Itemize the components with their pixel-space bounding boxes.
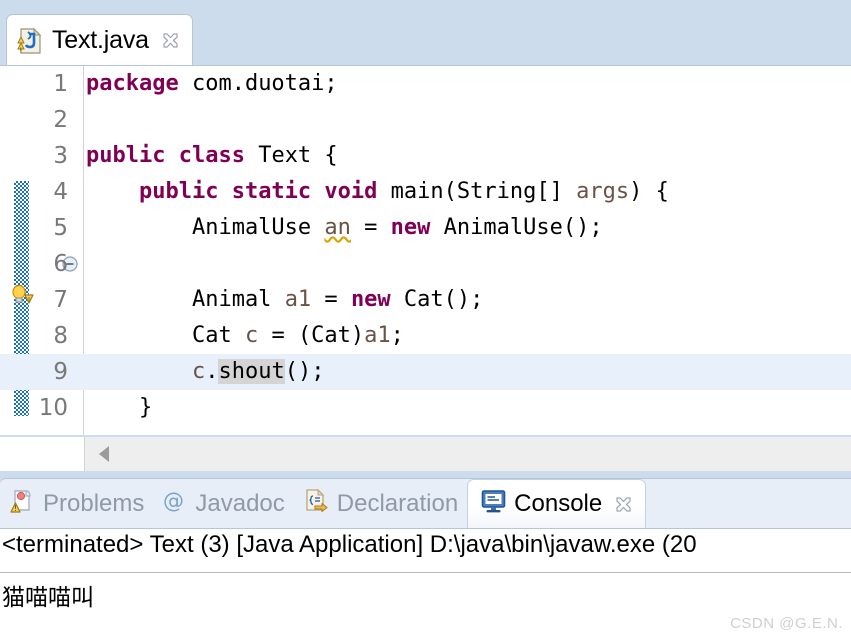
code-editor[interactable]: ! 1 package com.duotai; 2 3 public class Tex… [0,65,851,435]
line-number: 1 [53,71,68,97]
code-line[interactable]: 7 Animal a1 = new Cat(); [0,282,851,318]
watermark: CSDN @G.E.N. [730,615,843,632]
tab-javadoc-label: Javadoc [195,489,285,517]
code-token: args [576,179,630,204]
line-source: public static void main(String[] args) { [86,174,669,210]
code-token: Cat [86,323,245,348]
java-file-icon: ! [17,27,43,55]
code-line[interactable]: 5 AnimalUse an = new AnimalUse(); [0,210,851,246]
tab-problems[interactable]: ! Problems [0,480,153,528]
code-lines[interactable]: 1 package com.duotai; 2 3 public class Text … [0,66,851,435]
code-token: public static void [138,179,378,204]
svg-text:!: ! [19,46,22,54]
tab-javadoc[interactable]: @ Javadoc [153,480,293,528]
code-token: = [350,215,391,240]
code-line[interactable]: 2 [0,102,851,138]
editor-horizontal-scrollbar[interactable] [85,437,851,471]
code-token: ) { [629,179,669,204]
code-token: } [86,395,153,420]
tab-console[interactable]: Console [467,478,647,529]
code-line[interactable]: 4 public static void main(String[] args)… [0,174,851,210]
line-number: 10 [38,395,68,421]
line-source: Animal a1 = new Cat(); [86,282,483,318]
line-number: 9 [53,359,68,385]
code-token: = (Cat) [258,323,365,348]
close-icon[interactable] [614,495,633,514]
code-token: new [390,215,431,240]
code-token: c [244,323,259,348]
code-token: a1 [364,323,391,348]
scroll-left-arrow-icon[interactable] [99,446,109,462]
code-token: Text { [244,143,338,168]
line-source: AnimalUse an = new AnimalUse(); [86,210,603,246]
problems-icon: ! [9,487,36,520]
eclipse-ide-window: ! Text.java ! 1 package com.duotai; 2 3 … [0,0,851,640]
tab-problems-label: Problems [43,489,145,517]
svg-text:!: ! [14,504,17,513]
code-token: = [311,287,351,312]
line-source: Cat c = (Cat)a1; [86,318,404,354]
console-view-panel: ! Problems @ Javadoc Declaration Console… [0,472,851,640]
console-divider [0,572,851,573]
code-token: . [205,359,219,384]
code-token: package [86,71,179,96]
line-number: 8 [53,323,68,349]
tab-console-label: Console [514,490,603,517]
at-sign-icon: @ [162,488,188,519]
console-output-text: 猫喵喵叫 [2,585,94,611]
code-token: an [324,215,351,240]
code-token: c [191,359,206,384]
editor-tab-label: Text.java [52,26,149,54]
editor-hscroll-gutter-pad [0,437,85,471]
line-number: 7 [53,287,68,313]
code-token: public class [86,143,245,168]
line-number: 5 [53,215,68,241]
line-number: 3 [53,143,68,169]
code-line[interactable]: 8 Cat c = (Cat)a1; [0,318,851,354]
code-token: a1 [284,287,312,312]
code-token: com.duotai; [178,71,338,96]
declaration-icon [303,487,330,520]
console-view-tab-bar: ! Problems @ Javadoc Declaration Console [0,478,851,529]
line-number: 4 [53,179,68,205]
code-token: (); [284,359,325,384]
line-source: package com.duotai; [86,66,338,102]
line-source: } [86,390,152,426]
code-token: AnimalUse [86,215,325,240]
code-token: AnimalUse(); [430,215,603,240]
close-icon[interactable] [161,31,180,50]
tab-declaration[interactable]: Declaration [294,480,467,528]
code-line[interactable]: 1 package com.duotai; [0,66,851,102]
code-token: Cat(); [390,287,484,312]
code-token: shout [218,359,285,384]
line-source: public class Text { [86,138,338,174]
console-terminated-header: <terminated> Text (3) [Java Application]… [2,531,697,558]
console-monitor-icon [480,488,507,520]
code-token: main(String[] [377,179,577,204]
code-line[interactable]: 6 [0,246,851,282]
code-line[interactable]: 10 } [0,390,851,426]
tab-declaration-label: Declaration [336,489,459,517]
line-source: c.shout(); [86,354,324,390]
code-token: new [350,287,391,312]
editor-tab-bar: ! Text.java [0,0,851,66]
svg-text:@: @ [163,489,184,513]
console-output-area[interactable]: <terminated> Text (3) [Java Application]… [0,528,851,640]
code-line[interactable]: 9 c.shout(); [0,354,851,390]
code-token: ; [390,323,404,348]
code-line[interactable]: 3 public class Text { [0,138,851,174]
code-token: Animal [86,287,285,312]
editor-tab-text-java[interactable]: ! Text.java [6,14,193,66]
line-number: 6 [53,251,68,277]
line-number: 2 [53,107,68,133]
